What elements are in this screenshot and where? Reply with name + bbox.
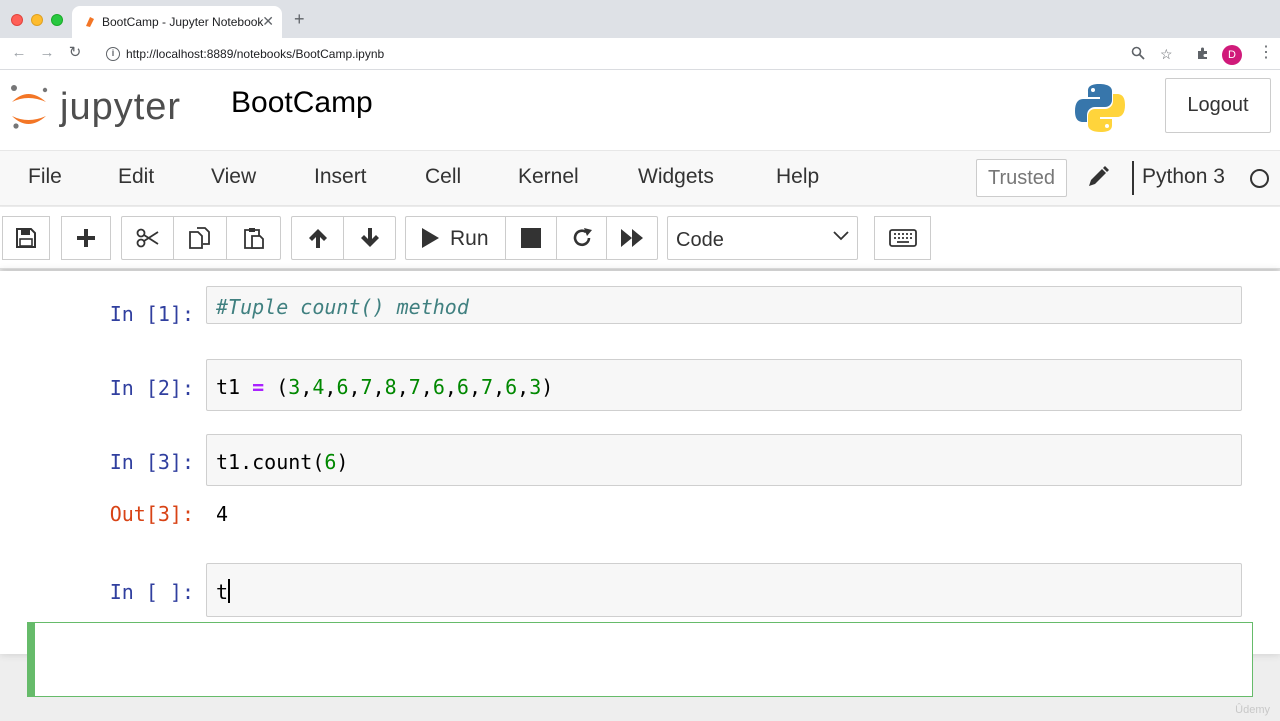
zoom-icon[interactable] — [1131, 46, 1145, 60]
notebook-container: In [1]: #Tuple count() method In [2]: t1… — [0, 271, 1280, 697]
jupyter-favicon-icon — [86, 17, 94, 27]
notebook-name[interactable]: BootCamp — [231, 86, 373, 120]
restart-icon — [573, 228, 592, 247]
move-down-button[interactable] — [343, 216, 396, 260]
copy-icon — [189, 227, 210, 249]
cell-type-select[interactable]: Code — [667, 216, 858, 260]
jupyter-logo-icon — [11, 85, 48, 129]
tab-title: BootCamp - Jupyter Notebook — [102, 15, 264, 29]
cell-3-input[interactable]: t1.count(6) — [206, 434, 1242, 486]
cell-4-code: t — [216, 579, 230, 604]
copy-button[interactable] — [173, 216, 227, 260]
maximize-window-button[interactable] — [51, 14, 63, 26]
logout-button[interactable]: Logout — [1165, 78, 1271, 133]
cell-3-code: t1.count(6) — [216, 450, 349, 474]
cell-4-input[interactable]: t — [206, 563, 1242, 617]
menu-widgets[interactable]: Widgets — [638, 165, 714, 189]
plus-icon — [77, 229, 95, 247]
cell-4-code-text: t — [216, 580, 229, 604]
browser-menu-icon[interactable]: ⋮ — [1258, 45, 1274, 61]
new-tab-icon[interactable]: + — [294, 10, 305, 28]
address-bar: ← → ↻ i http://localhost:8889/notebooks/… — [0, 38, 1280, 70]
back-icon[interactable]: ← — [10, 44, 28, 62]
minimize-window-button[interactable] — [31, 14, 43, 26]
insert-cell-button[interactable] — [61, 216, 111, 260]
kernel-status-idle-icon — [1250, 169, 1269, 188]
menu-help[interactable]: Help — [776, 165, 819, 189]
url-field[interactable]: i http://localhost:8889/notebooks/BootCa… — [98, 42, 1158, 66]
close-window-button[interactable] — [11, 14, 23, 26]
cell-1-input[interactable]: #Tuple count() method — [206, 286, 1242, 324]
cell-3-out-prompt: Out[3]: — [109, 502, 194, 526]
close-tab-icon[interactable]: ✕ — [262, 13, 274, 30]
play-icon — [422, 228, 439, 248]
text-cursor — [228, 579, 230, 603]
jupyter-logo[interactable]: jupyter — [8, 80, 198, 134]
keyboard-icon — [888, 229, 917, 247]
kernel-name[interactable]: Python 3 — [1142, 165, 1225, 189]
notebook-area: In [1]: #Tuple count() method In [2]: t1… — [0, 271, 1280, 721]
cell-type-value: Code — [676, 229, 724, 251]
cell-3-prompt: In [3]: — [109, 450, 194, 474]
fast-forward-icon — [621, 229, 643, 247]
python-logo-icon — [1075, 84, 1125, 132]
cell-2-prompt: In [2]: — [109, 376, 194, 400]
menu-file[interactable]: File — [28, 165, 62, 189]
edit-mode-pencil-icon — [1089, 166, 1109, 186]
extensions-icon[interactable] — [1196, 46, 1210, 60]
paste-button[interactable] — [226, 216, 281, 260]
chevron-down-icon — [833, 231, 849, 241]
reload-icon[interactable]: ↻ — [66, 44, 84, 62]
selected-cell[interactable] — [27, 622, 1253, 697]
menu-kernel[interactable]: Kernel — [518, 165, 579, 189]
info-icon[interactable]: i — [106, 47, 120, 61]
trusted-indicator[interactable]: Trusted — [976, 159, 1067, 197]
cell-1-prompt: In [1]: — [109, 302, 194, 326]
browser-tab[interactable]: BootCamp - Jupyter Notebook ✕ — [72, 6, 282, 38]
arrow-up-icon — [308, 229, 327, 248]
scissors-icon — [136, 228, 158, 248]
menu-edit[interactable]: Edit — [118, 165, 154, 189]
move-up-button[interactable] — [291, 216, 344, 260]
cell-2-input[interactable]: t1 = (3,4,6,7,8,7,6,6,7,6,3) — [206, 359, 1242, 411]
menu-bar: File Edit View Insert Cell Kernel Widget… — [0, 150, 1280, 206]
menu-cell[interactable]: Cell — [425, 165, 461, 189]
kernel-separator — [1132, 161, 1134, 195]
run-label: Run — [450, 227, 489, 250]
notebook-toolbar: Run Code — [0, 207, 1280, 269]
cut-button[interactable] — [121, 216, 174, 260]
cell-2-code: t1 = (3,4,6,7,8,7,6,6,7,6,3) — [216, 375, 554, 399]
stop-icon — [521, 228, 541, 248]
profile-avatar[interactable]: D — [1222, 45, 1242, 65]
interrupt-kernel-button[interactable] — [505, 216, 557, 260]
url-text: http://localhost:8889/notebooks/BootCamp… — [126, 47, 385, 61]
udemy-watermark: Ûdemy — [1235, 704, 1270, 716]
save-button[interactable] — [2, 216, 50, 260]
bookmark-star-icon[interactable]: ☆ — [1160, 46, 1173, 62]
cell-1-code: #Tuple count() method — [216, 295, 469, 319]
restart-run-all-button[interactable] — [606, 216, 658, 260]
cell-4-prompt: In [ ]: — [109, 580, 194, 604]
notebook-header: jupyter BootCamp Logout — [0, 70, 1280, 150]
cell-3-output: 4 — [216, 502, 229, 526]
arrow-down-icon — [360, 228, 379, 247]
run-button[interactable]: Run — [405, 216, 506, 260]
save-icon — [16, 228, 36, 248]
command-palette-button[interactable] — [874, 216, 931, 260]
menu-view[interactable]: View — [211, 165, 256, 189]
jupyter-page: jupyter BootCamp Logout File Edit View I… — [0, 70, 1280, 720]
paste-icon — [243, 228, 264, 249]
jupyter-logo-text: jupyter — [60, 86, 182, 128]
forward-icon[interactable]: → — [38, 44, 56, 62]
browser-tab-bar: BootCamp - Jupyter Notebook ✕ + — [0, 0, 1280, 38]
restart-kernel-button[interactable] — [556, 216, 607, 260]
menu-insert[interactable]: Insert — [314, 165, 367, 189]
